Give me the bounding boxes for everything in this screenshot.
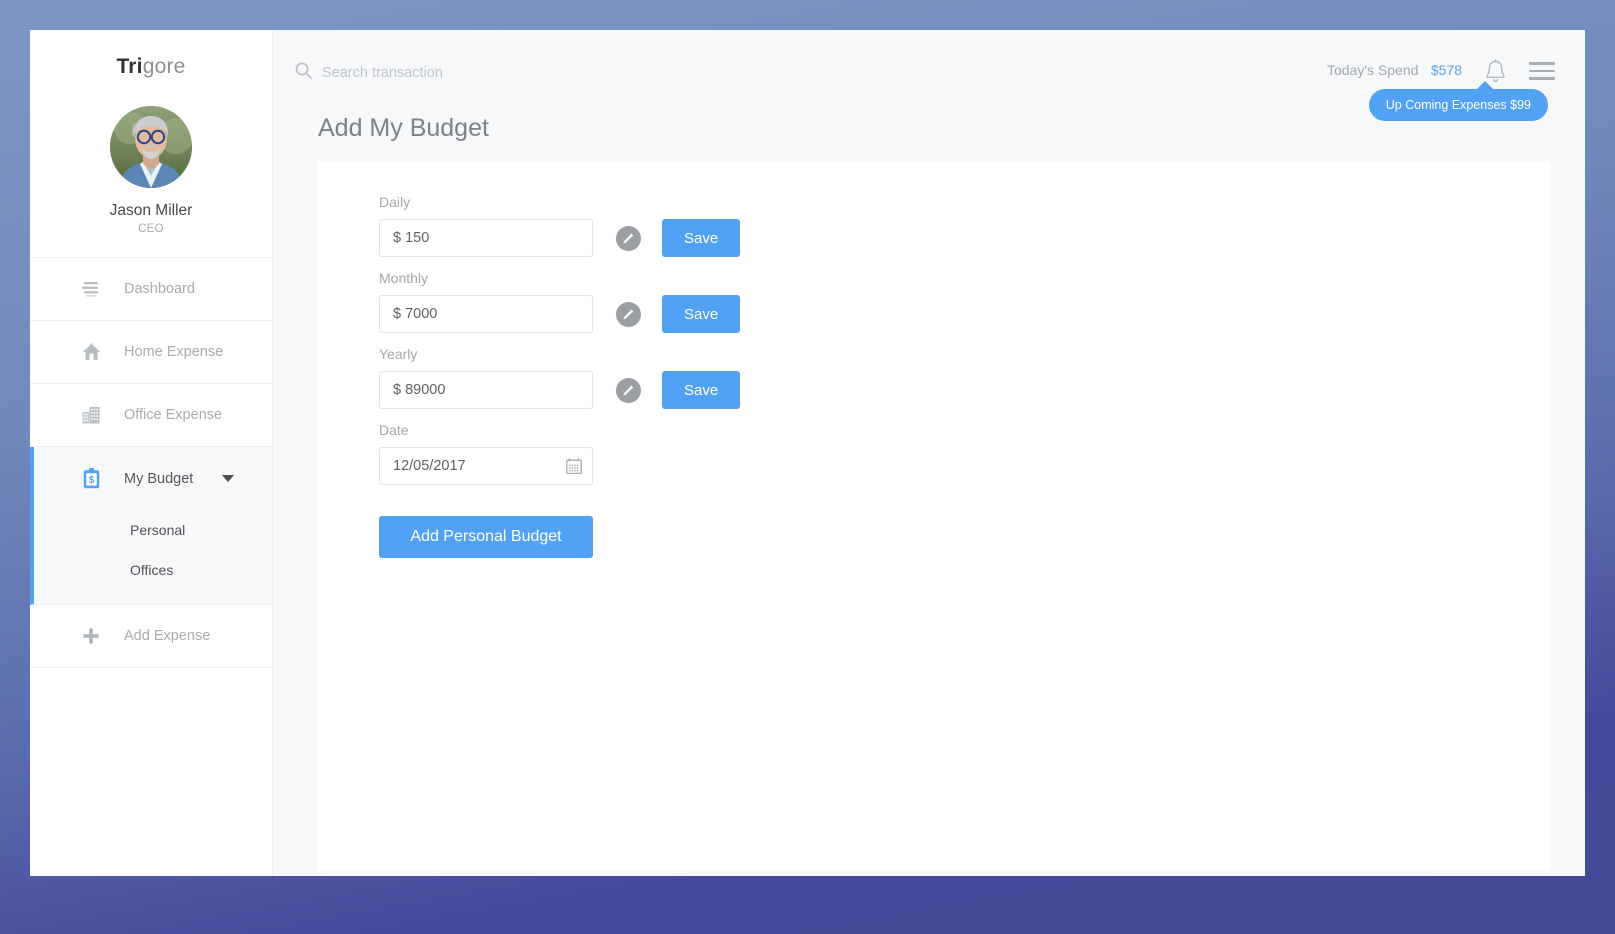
sidebar-item-label: Add Expense — [124, 628, 210, 644]
sidebar-subitem-label: Offices — [130, 562, 173, 578]
sidebar-subitem-label: Personal — [130, 522, 185, 538]
office-building-icon — [80, 404, 102, 426]
hamburger-bar — [1529, 62, 1555, 65]
sidebar-item-label: My Budget — [124, 471, 222, 487]
field-label: Daily — [379, 194, 1551, 210]
pencil-edit-icon[interactable] — [616, 226, 641, 251]
field-row: Save — [379, 295, 1551, 333]
field-row — [379, 447, 1551, 485]
brand-strong: Tri — [116, 55, 142, 78]
home-icon — [80, 341, 102, 363]
profile-role: CEO — [30, 223, 272, 235]
budget-form-card: Daily Save Monthly — [317, 161, 1551, 871]
sidebar-group-my-budget: $ My Budget Personal Offices — [30, 447, 272, 605]
hamburger-bar — [1529, 70, 1555, 73]
sidebar-item-dashboard[interactable]: Dashboard — [30, 258, 272, 321]
save-monthly-button[interactable]: Save — [662, 295, 740, 333]
sidebar-item-label: Home Expense — [124, 344, 223, 360]
main-content: Today's Spend $578 Up Coming Expenses — [273, 30, 1585, 876]
sidebar: Trigore — [30, 30, 273, 876]
field-label: Date — [379, 422, 1551, 438]
hamburger-bar — [1529, 77, 1555, 80]
field-row: Save — [379, 219, 1551, 257]
pencil-edit-icon[interactable] — [616, 378, 641, 403]
yearly-amount-input[interactable] — [379, 371, 593, 409]
app-window: Trigore — [30, 30, 1585, 876]
save-daily-button[interactable]: Save — [662, 219, 740, 257]
plus-icon — [80, 625, 102, 647]
topbar-right: Today's Spend $578 — [1327, 59, 1585, 84]
sidebar-item-my-budget[interactable]: $ My Budget — [34, 447, 272, 510]
todays-spend-value: $578 — [1431, 62, 1462, 78]
svg-text:$: $ — [88, 475, 94, 486]
brand-rest: gore — [143, 55, 186, 78]
add-personal-budget-button[interactable]: Add Personal Budget — [379, 516, 593, 558]
search-input[interactable] — [322, 65, 582, 81]
save-yearly-button[interactable]: Save — [662, 371, 740, 409]
hamburger-menu-icon[interactable] — [1529, 62, 1555, 80]
date-field — [379, 447, 593, 485]
todays-spend: Today's Spend $578 — [1327, 62, 1462, 80]
sidebar-item-label: Dashboard — [124, 281, 195, 297]
todays-spend-label: Today's Spend — [1327, 62, 1418, 78]
sidebar-item-home-expense[interactable]: Home Expense — [30, 321, 272, 384]
profile-name: Jason Miller — [30, 202, 272, 220]
avatar[interactable] — [110, 106, 192, 188]
date-input[interactable] — [379, 447, 593, 485]
sidebar-subitem-personal[interactable]: Personal — [34, 510, 272, 550]
field-row: Save — [379, 371, 1551, 409]
bell-icon[interactable] — [1484, 59, 1507, 84]
chevron-down-icon[interactable] — [222, 475, 234, 482]
brand-logo[interactable]: Trigore — [30, 30, 272, 88]
sidebar-item-office-expense[interactable]: Office Expense — [30, 384, 272, 447]
calendar-icon[interactable] — [566, 458, 582, 474]
search-box[interactable] — [295, 62, 582, 84]
field-group-date: Date — [379, 422, 1551, 485]
topbar: Today's Spend $578 Up Coming Expenses — [273, 30, 1585, 108]
field-label: Yearly — [379, 346, 1551, 362]
search-icon — [295, 62, 312, 84]
daily-amount-input[interactable] — [379, 219, 593, 257]
sidebar-nav: Dashboard Home Expense — [30, 258, 272, 668]
sidebar-item-label: Office Expense — [124, 407, 222, 423]
field-group-yearly: Yearly Save — [379, 346, 1551, 409]
user-photo-icon — [110, 106, 192, 188]
monthly-amount-input[interactable] — [379, 295, 593, 333]
sidebar-item-add-expense[interactable]: Add Expense — [30, 605, 272, 668]
field-group-monthly: Monthly Save — [379, 270, 1551, 333]
brand-text: Trigore — [116, 55, 185, 79]
dashboard-icon — [80, 278, 102, 300]
pencil-edit-icon[interactable] — [616, 302, 641, 327]
sidebar-subitem-offices[interactable]: Offices — [34, 550, 272, 590]
field-group-daily: Daily Save — [379, 194, 1551, 257]
profile-block: Jason Miller CEO — [30, 88, 272, 258]
budget-clipboard-icon: $ — [80, 468, 102, 490]
upcoming-expenses-tooltip[interactable]: Up Coming Expenses $99 — [1369, 89, 1548, 121]
field-label: Monthly — [379, 270, 1551, 286]
